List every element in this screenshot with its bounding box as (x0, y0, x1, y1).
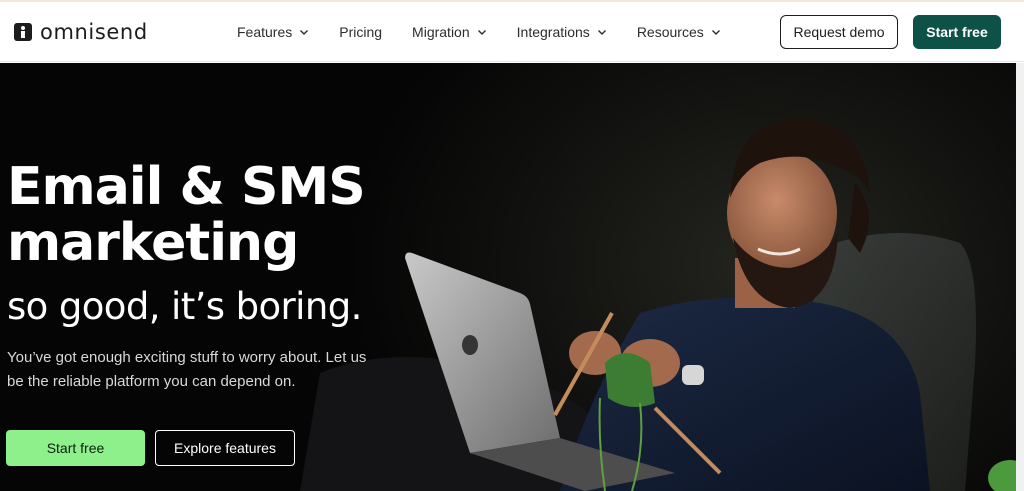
start-free-hero-button[interactable]: Start free (6, 430, 145, 466)
nav-item-label: Migration (412, 24, 470, 40)
omnisend-logo-icon (14, 23, 32, 41)
hero-subline: so good, it’s boring. (7, 285, 362, 328)
hero-description: You’ve got enough exciting stuff to worr… (7, 349, 367, 390)
nav-item-features[interactable]: Features (237, 2, 309, 62)
headline-line-1: Email & SMS (7, 157, 366, 217)
hero-headline: Email & SMS marketing (7, 157, 366, 273)
chevron-down-icon (597, 27, 607, 37)
chevron-down-icon (299, 27, 309, 37)
nav-item-label: Features (237, 24, 293, 40)
nav-item-label: Pricing (339, 24, 383, 40)
hero-photo (300, 118, 1024, 491)
page-scrollbar[interactable] (1016, 63, 1024, 491)
chevron-down-icon (477, 27, 487, 37)
nav-item-label: Resources (636, 24, 704, 40)
brand-name: omnisend (40, 20, 148, 44)
nav-item-label: Integrations (516, 24, 590, 40)
brand-logo[interactable]: omnisend (14, 20, 148, 44)
nav-item-pricing[interactable]: Pricing (339, 2, 382, 62)
start-free-nav-button[interactable]: Start free (913, 15, 1001, 49)
site-header: omnisend Features Pricing Migration Inte… (0, 2, 1024, 62)
nav-item-migration[interactable]: Migration (412, 2, 487, 62)
hero-section: Email & SMS marketing so good, it’s bori… (0, 63, 1024, 491)
explore-features-button[interactable]: Explore features (155, 430, 295, 466)
chevron-down-icon (711, 27, 721, 37)
nav-item-resources[interactable]: Resources (637, 2, 721, 62)
headline-line-2: marketing (7, 213, 299, 273)
main-nav: Features Pricing Migration Integrations … (237, 2, 751, 62)
nav-item-integrations[interactable]: Integrations (517, 2, 607, 62)
request-demo-button[interactable]: Request demo (780, 15, 898, 49)
